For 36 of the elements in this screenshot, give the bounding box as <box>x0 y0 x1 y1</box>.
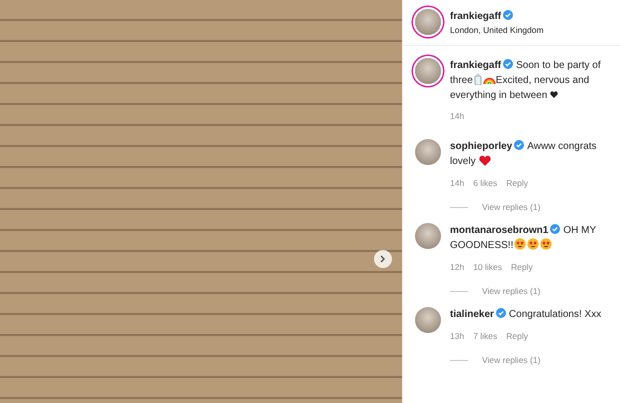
like-count[interactable]: 6 likes <box>473 178 498 188</box>
baby-bottle-icon <box>474 73 482 85</box>
like-count[interactable]: 10 likes <box>473 262 502 272</box>
heart-icon <box>478 155 491 166</box>
post-username[interactable]: frankiegaff <box>450 10 502 22</box>
comment-time: 14h <box>450 178 464 188</box>
heart-icon <box>550 91 558 98</box>
avatar[interactable] <box>415 9 441 35</box>
avatar[interactable] <box>415 307 441 333</box>
comment-text: montanarosebrown1 OH MY GOODNESS!! <box>450 223 597 253</box>
avatar[interactable] <box>415 223 441 249</box>
star-eyes-emoji-icon <box>514 238 526 250</box>
comment-username[interactable]: sophieporley <box>450 141 512 152</box>
comment-text: tialineker Congratulations! Xxx <box>450 307 602 322</box>
comment-time: 12h <box>450 262 464 272</box>
rainbow-icon <box>482 75 496 84</box>
location-link[interactable]: London, United Kingdom <box>450 24 544 34</box>
comment-text: sophieporley Awww congrats lovely <box>450 139 598 169</box>
chevron-right-icon <box>380 255 386 263</box>
star-eyes-emoji-icon <box>540 238 552 250</box>
avatar[interactable] <box>415 139 441 165</box>
caption-text: frankiegaff Soon to be party of three Excited, nervous and everything in between <box>450 58 602 103</box>
comment-time: 13h <box>450 331 464 341</box>
view-replies-link[interactable]: View replies (1) <box>482 355 540 365</box>
avatar[interactable] <box>415 58 441 84</box>
star-eyes-emoji-icon <box>527 238 540 250</box>
caption-username[interactable]: frankiegaff <box>450 60 502 71</box>
reply-link[interactable]: Reply <box>506 178 528 188</box>
view-replies-link[interactable]: View replies (1) <box>482 202 540 212</box>
comment-username[interactable]: montanarosebrown1 <box>450 225 548 236</box>
like-count[interactable]: 7 likes <box>473 331 498 341</box>
post-time: 14h <box>450 111 466 121</box>
comment-username[interactable]: tialineker <box>450 309 494 320</box>
reply-link[interactable]: Reply <box>506 331 528 341</box>
reply-link[interactable]: Reply <box>511 262 533 272</box>
view-replies-link[interactable]: View replies (1) <box>482 286 540 296</box>
